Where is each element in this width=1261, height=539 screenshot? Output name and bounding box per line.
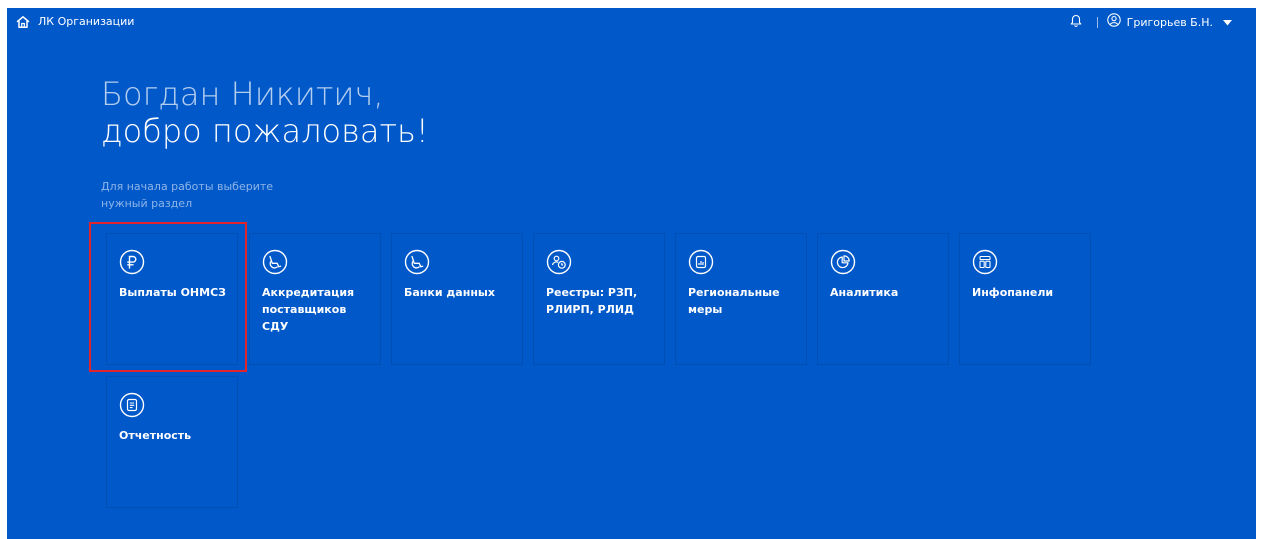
greeting-name: Богдан Никитич, [101,75,384,113]
tile-analytics[interactable]: Аналитика [817,233,949,365]
tile-data-banks[interactable]: Банки данных [391,233,523,365]
tile-regional-measures[interactable]: Региональные меры [675,233,807,365]
tile-infopanels[interactable]: Инфопанели [959,233,1091,365]
tile-label: Отчетность [119,429,192,442]
tile-label: Банки данных [404,286,495,299]
ruble-icon [119,249,145,275]
tile-reporting[interactable]: Отчетность [106,376,238,508]
wheelchair-icon [262,249,288,275]
user-name: Григорьев Б.Н. [1126,15,1213,29]
bell-icon[interactable] [1070,13,1082,32]
tile-registries[interactable]: Реестры: РЗП, РЛИРП, РЛИД [533,233,665,365]
users-clock-icon [546,249,572,275]
chevron-down-icon [1223,15,1232,31]
home-link[interactable]: ЛК Организации [16,14,134,30]
tile-label: Аккредитация поставщиков СДУ [262,286,355,333]
greeting-welcome: добро пожаловать! [101,112,429,150]
tile-label: Выплаты ОНМСЗ [119,286,226,299]
pie-chart-icon [830,249,856,275]
home-label: ЛК Организации [38,15,135,28]
tile-accreditation[interactable]: Аккредитация поставщиков СДУ [249,233,381,365]
wheelchair-icon [404,249,430,275]
document-chart-icon [688,249,714,275]
dashboard-icon [972,249,998,275]
tile-onmsz-payments[interactable]: Выплаты ОНМСЗ [106,233,238,365]
user-avatar-icon [1106,13,1121,32]
welcome-heading: Богдан Никитич, добро пожаловать! [101,76,429,150]
app-window: ЛК Организации Григорьев Б.Н. Богдан Ник… [7,8,1256,539]
user-menu[interactable]: Григорьев Б.Н. [1106,13,1232,32]
tile-label: Региональные меры [688,286,780,316]
section-hint: Для начала работы выберите нужный раздел [101,180,274,210]
tile-label: Аналитика [830,286,899,299]
top-bar: ЛК Организации Григорьев Б.Н. [7,8,1256,38]
home-icon [16,15,30,29]
document-icon [119,392,145,418]
header-divider [1096,17,1098,28]
tile-label: Инфопанели [972,286,1054,299]
header-tools: Григорьев Б.Н. [1070,13,1232,32]
tile-label: Реестры: РЗП, РЛИРП, РЛИД [546,286,638,316]
